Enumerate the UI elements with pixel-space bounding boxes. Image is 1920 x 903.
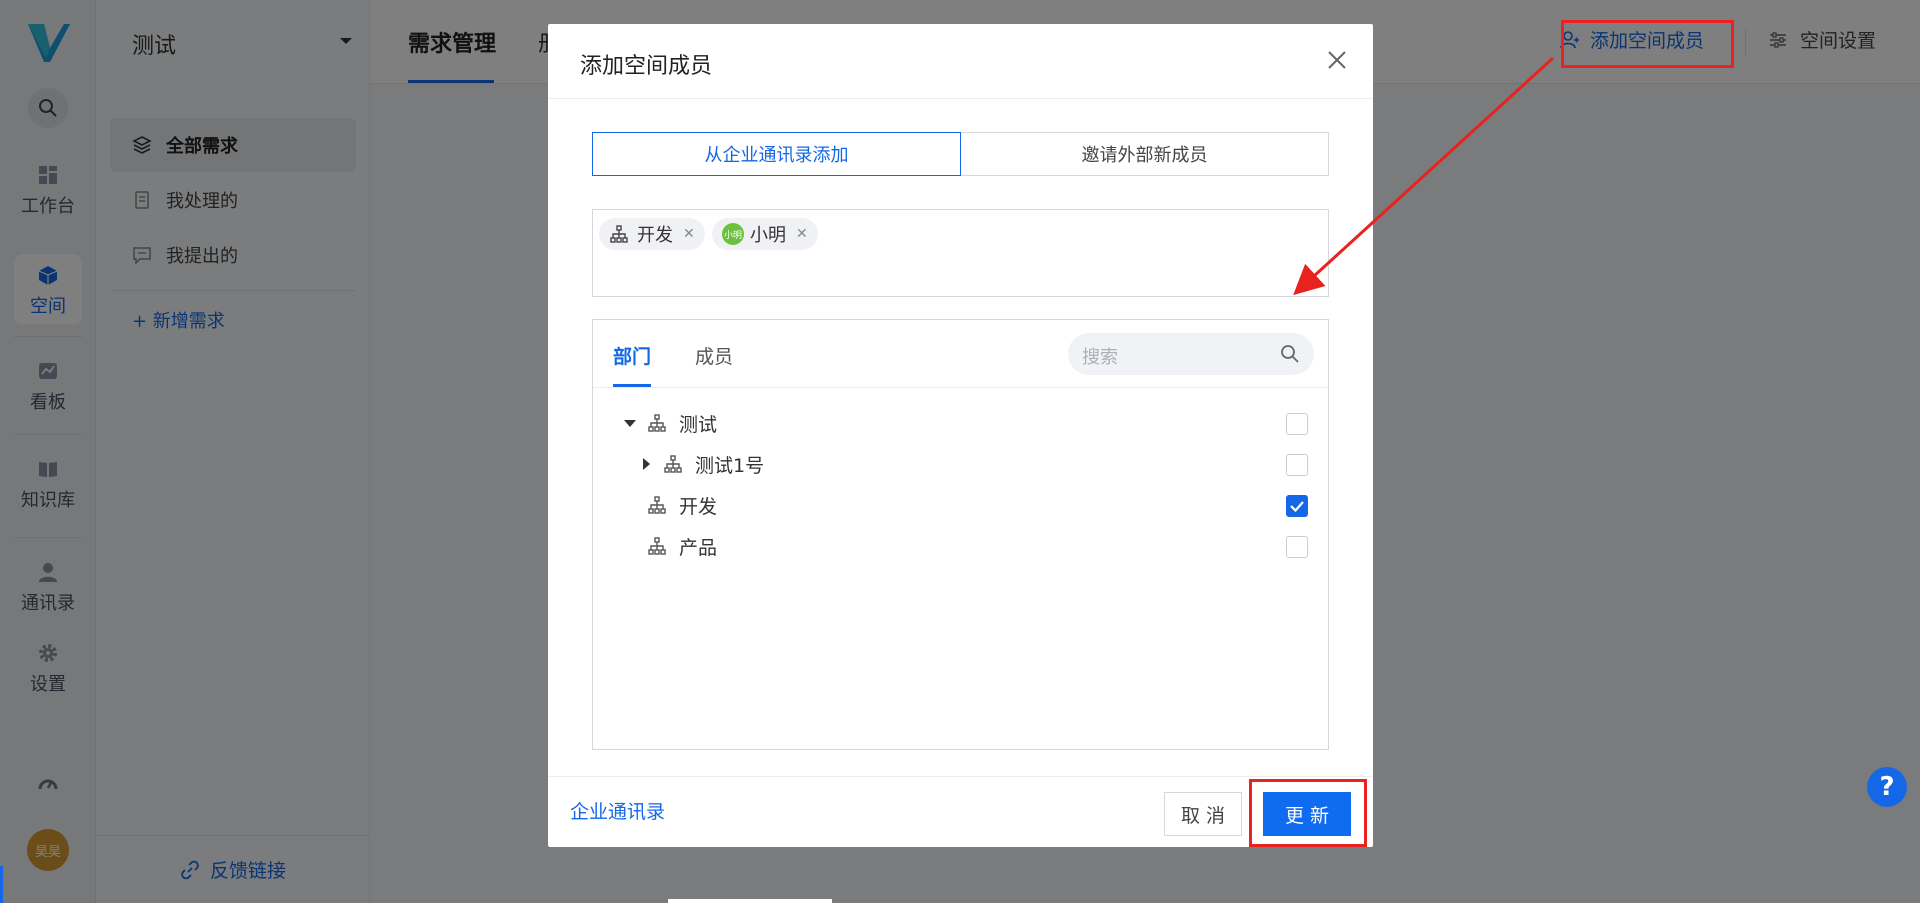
help-button[interactable]: ? xyxy=(1867,767,1907,807)
selected-tag-member: 小明 小明 ✕ xyxy=(712,218,818,250)
picker-tabs: 部门 成员 搜索 xyxy=(593,320,1328,388)
edge-indicator xyxy=(0,866,3,903)
picker-search-input[interactable]: 搜索 xyxy=(1068,333,1314,375)
selected-tag-label: 开发 xyxy=(637,225,673,246)
org-chart-icon xyxy=(664,455,682,473)
tree-row-checkbox-checked[interactable] xyxy=(1286,495,1308,517)
tree-row-label: 测试1号 xyxy=(695,455,765,477)
check-icon xyxy=(1290,501,1304,513)
expand-arrow-icon[interactable] xyxy=(643,458,650,470)
selected-members-box[interactable]: 开发 ✕ 小明 小明 ✕ xyxy=(592,209,1329,297)
tree-row[interactable]: 产品 xyxy=(593,525,1328,567)
tab-department[interactable]: 部门 xyxy=(613,342,651,369)
tree-row-label: 产品 xyxy=(679,537,718,559)
tab-active-indicator xyxy=(613,384,651,387)
org-chart-icon xyxy=(610,225,628,243)
annotation-highlight-add-member xyxy=(1561,20,1734,68)
remove-tag-icon[interactable]: ✕ xyxy=(796,226,808,242)
tab-invite-external[interactable]: 邀请外部新成员 xyxy=(961,132,1329,176)
add-member-dialog: 添加空间成员 从企业通讯录添加 邀请外部新成员 开发 ✕ 小明 小明 ✕ 部门 … xyxy=(548,24,1373,847)
selected-tag-label: 小明 xyxy=(750,225,786,246)
tree-row-checkbox[interactable] xyxy=(1286,536,1308,558)
source-toggle: 从企业通讯录添加 邀请外部新成员 xyxy=(592,132,1329,176)
search-placeholder: 搜索 xyxy=(1082,347,1118,368)
annotation-highlight-update xyxy=(1249,779,1367,847)
tree-row[interactable]: 测试1号 xyxy=(593,443,1328,485)
org-chart-icon xyxy=(648,537,666,555)
search-icon xyxy=(1281,345,1299,363)
dialog-title: 添加空间成员 xyxy=(580,54,713,79)
company-directory-link[interactable]: 企业通讯录 xyxy=(570,797,665,824)
org-picker-panel: 部门 成员 搜索 测试 测试1号 开发 产品 xyxy=(592,319,1329,750)
tree-row[interactable]: 测试 xyxy=(593,402,1328,444)
tree-row-label: 开发 xyxy=(679,496,718,518)
org-chart-icon xyxy=(648,496,666,514)
close-icon[interactable] xyxy=(1325,48,1349,72)
org-chart-icon xyxy=(648,414,666,432)
tree-row-label: 测试 xyxy=(679,414,718,436)
remove-tag-icon[interactable]: ✕ xyxy=(683,226,695,242)
cancel-button[interactable]: 取 消 xyxy=(1164,792,1242,836)
tree-row-checkbox[interactable] xyxy=(1286,413,1308,435)
tree-row[interactable]: 开发 xyxy=(593,484,1328,526)
tree-row-checkbox[interactable] xyxy=(1286,454,1308,476)
selected-tag-department: 开发 ✕ xyxy=(599,218,705,250)
dialog-header: 添加空间成员 xyxy=(548,24,1373,99)
tab-members[interactable]: 成员 xyxy=(695,342,733,369)
bottom-scroll-indicator xyxy=(668,899,832,903)
member-avatar: 小明 xyxy=(722,223,744,245)
tab-from-directory[interactable]: 从企业通讯录添加 xyxy=(592,132,961,176)
collapse-arrow-icon[interactable] xyxy=(624,420,636,427)
